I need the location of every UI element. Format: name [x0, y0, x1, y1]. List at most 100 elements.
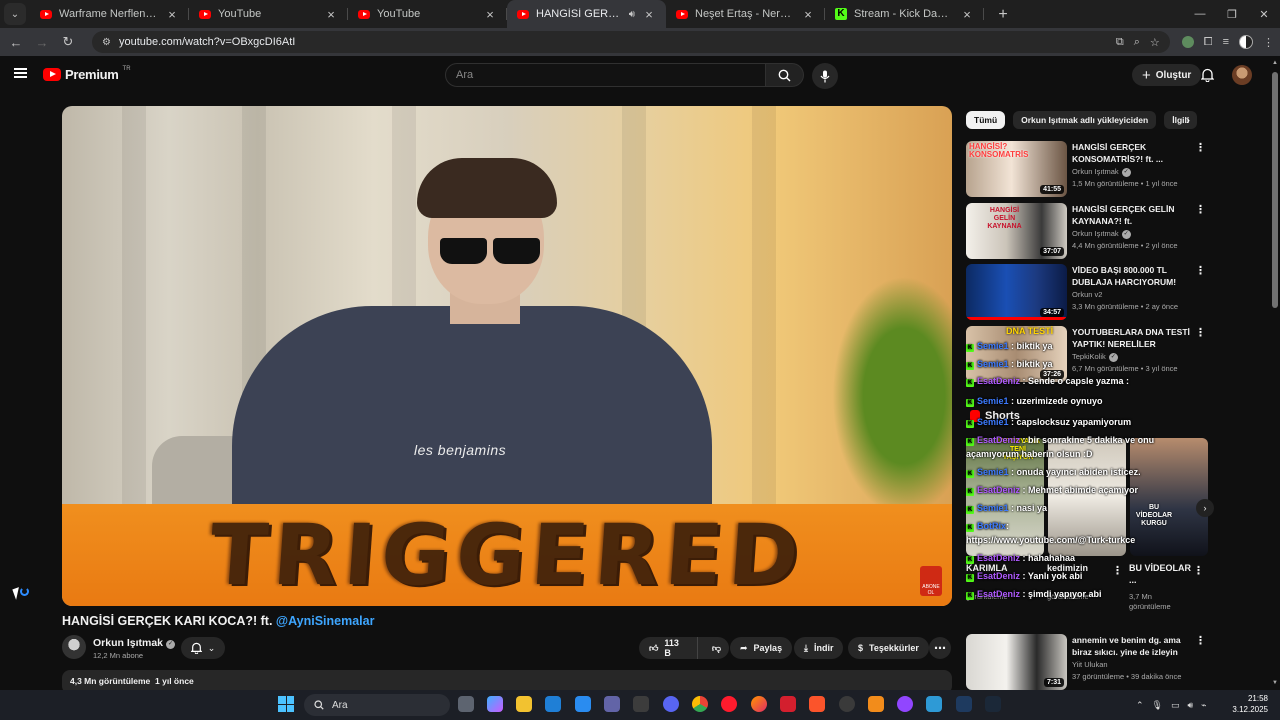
close-tab-icon[interactable]: × [801, 7, 815, 22]
video-thumbnail[interactable]: HANGİSİ GELİN KAYNANA 37:07 [966, 203, 1067, 259]
create-button[interactable]: + Oluştur [1132, 64, 1202, 86]
video-title[interactable]: HANGİSİ GERÇEK GELİN KAYNANA?! ft. @Ayni… [1072, 204, 1196, 227]
browser-tab[interactable]: Neşet Ertaş - Neredesin Sen (Je × [666, 0, 825, 28]
channel-name[interactable]: Yiit Ulukan [1072, 660, 1108, 669]
back-arrow-icon[interactable]: ← [6, 32, 26, 52]
download-button[interactable]: ⤓ İndir [794, 637, 844, 659]
url-text[interactable]: youtube.com/watch?v=OBxgcDI6AtI [119, 36, 1108, 48]
recommended-video[interactable]: 7:31 annemin ve benim dg. ama biraz sıkı… [966, 634, 1210, 690]
browser-tab[interactable]: YouTube × [189, 0, 348, 28]
more-vertical-icon[interactable]: ⋮ [1195, 264, 1206, 277]
thanks-button[interactable]: $ Teşekkürler [848, 637, 929, 659]
video-thumbnail[interactable]: 7:31 [966, 634, 1067, 690]
cast-icon[interactable]: ⧉ [1116, 36, 1124, 49]
chip-from-uploader[interactable]: Orkun Işıtmak adlı yükleyiciden [1013, 111, 1157, 129]
zoom-icon[interactable]: ⌕ [1134, 36, 1140, 49]
chip-related[interactable]: İlgili [1164, 111, 1198, 129]
subscription-bell-button[interactable]: ⌄ [181, 637, 225, 659]
chip-all[interactable]: Tümü [966, 111, 1006, 129]
twitch-icon[interactable] [897, 696, 913, 712]
more-vertical-icon[interactable]: ⋮ [1195, 141, 1206, 154]
app-icon[interactable] [839, 696, 855, 712]
more-vertical-icon[interactable]: ⋮ [1195, 634, 1206, 647]
taskbar-clock[interactable]: 21:58 3.12.2025 [1228, 693, 1268, 715]
close-tab-icon[interactable]: × [483, 7, 497, 22]
voice-search-button[interactable] [812, 63, 838, 89]
account-avatar[interactable] [1232, 65, 1252, 85]
video-title[interactable]: annemin ve benim dg. ama biraz sıkıcı. y… [1072, 635, 1196, 658]
scroll-down-arrow-icon[interactable]: ▼ [1272, 680, 1278, 686]
notifications-button[interactable] [1198, 66, 1216, 84]
subscribe-watermark[interactable]: ABONE OL [920, 566, 942, 596]
extensions-puzzle-icon[interactable]: ⧠ [1204, 36, 1213, 49]
video-title[interactable]: VİDEO BAŞI 800.000 TL DUBLAJA HARCIYORUM… [1072, 265, 1196, 288]
taskbar-search[interactable]: Ara [304, 694, 450, 716]
search-input[interactable]: Ara [445, 63, 766, 87]
chevron-up-icon[interactable]: ⌃ [1136, 700, 1144, 711]
windows-start-icon[interactable] [278, 696, 294, 712]
video-title[interactable]: HANGİSİ GERÇEK KONSOMATRİS?! ft. ... [1072, 142, 1196, 165]
vlc-icon[interactable] [868, 696, 884, 712]
scrollbar-thumb[interactable] [1272, 72, 1278, 308]
browser-tab[interactable]: K Stream - Kick Dashboard × [825, 0, 984, 28]
speaker-icon[interactable]: 🔊︎ [629, 9, 635, 20]
recommended-video[interactable]: HANGİSİ GELİN KAYNANA 37:07 HANGİSİ GERÇ… [966, 203, 1210, 259]
dislike-button[interactable]: 👎︎ [704, 637, 729, 659]
youtube-premium-logo[interactable]: Premium TR [43, 66, 131, 82]
channel-name-text[interactable]: Orkun Işıtmak [93, 637, 163, 649]
brave-icon[interactable] [809, 696, 825, 712]
microphone-icon[interactable]: 🎙︎ [1152, 700, 1163, 711]
new-tab-button[interactable]: + [990, 2, 1016, 28]
video-thumbnail[interactable]: HANGİSİ? KONSOMATRİS 41:55 [966, 141, 1067, 197]
share-button[interactable]: ➦ Paylaş [730, 637, 793, 659]
volume-icon[interactable]: 🔊︎ [1188, 700, 1194, 711]
forward-arrow-icon[interactable]: → [32, 32, 52, 52]
network-icon[interactable]: ▭ [1171, 700, 1180, 711]
more-actions-button[interactable]: ⋯ [929, 637, 951, 659]
site-info-icon[interactable]: ⚙ [102, 37, 111, 48]
store-icon[interactable] [575, 696, 591, 712]
hamburger-menu-icon[interactable] [14, 68, 27, 78]
steam-icon[interactable] [985, 696, 1001, 712]
browser-tab-active[interactable]: HANGİSİ GERÇEK KARI KOC 🔊︎ × [507, 0, 666, 28]
more-vertical-icon[interactable]: ⋮ [1195, 203, 1206, 216]
close-tab-icon[interactable]: × [960, 7, 974, 22]
browser-tab[interactable]: YouTube × [348, 0, 507, 28]
discord-icon[interactable] [663, 696, 679, 712]
channel-avatar[interactable] [62, 635, 86, 659]
channel-name[interactable]: Orkun Işıtmak ✓ [93, 637, 176, 649]
battery-icon[interactable]: ⌁ [1201, 700, 1206, 711]
opera-icon[interactable] [721, 696, 737, 712]
channel-name-text[interactable]: Orkun v2 [1072, 290, 1102, 299]
app-icon[interactable] [956, 696, 972, 712]
browser-tab[interactable]: Warframe Nerflenmeden Ö × [30, 0, 189, 28]
channel-name[interactable]: Orkun Işıtmak ✓ [1072, 229, 1131, 239]
channel-name-text[interactable]: Orkun Işıtmak [1072, 229, 1119, 238]
app-icon[interactable] [633, 696, 649, 712]
profile-icon[interactable] [1239, 35, 1253, 49]
close-tab-icon[interactable]: × [324, 7, 338, 22]
channel-name[interactable]: Orkun v2 [1072, 290, 1102, 299]
browser-menu-icon[interactable]: ⋮ [1263, 36, 1274, 49]
app-icon[interactable] [926, 696, 942, 712]
mention-link[interactable]: @AyniSinemalar [276, 614, 375, 628]
task-view-icon[interactable] [458, 696, 474, 712]
address-bar[interactable]: ⚙ youtube.com/watch?v=OBxgcDI6AtI ⧉ ⌕ ☆ [92, 31, 1170, 53]
file-explorer-icon[interactable] [516, 696, 532, 712]
video-player[interactable]: les benjamins TRIGGERED ABONE OL [62, 106, 952, 606]
restore-icon[interactable]: ❐ [1216, 0, 1248, 28]
reading-list-icon[interactable]: ≡ [1223, 36, 1229, 48]
copilot-icon[interactable] [487, 696, 503, 712]
channel-name[interactable]: Orkun Işıtmak ✓ [1072, 167, 1131, 177]
bookmark-star-icon[interactable]: ☆ [1150, 36, 1160, 49]
search-button[interactable] [766, 63, 804, 87]
channel-name-text[interactable]: Orkun Işıtmak [1072, 167, 1119, 176]
firefox-icon[interactable] [751, 696, 767, 712]
video-thumbnail[interactable]: 34:57 [966, 264, 1067, 320]
extension-icon[interactable] [1181, 36, 1194, 48]
teams-icon[interactable] [604, 696, 620, 712]
vivaldi-icon[interactable] [780, 696, 796, 712]
chrome-icon[interactable] [692, 696, 708, 712]
close-window-icon[interactable]: ✕ [1248, 0, 1280, 28]
like-button[interactable]: 👍︎ 113 B [639, 637, 698, 659]
